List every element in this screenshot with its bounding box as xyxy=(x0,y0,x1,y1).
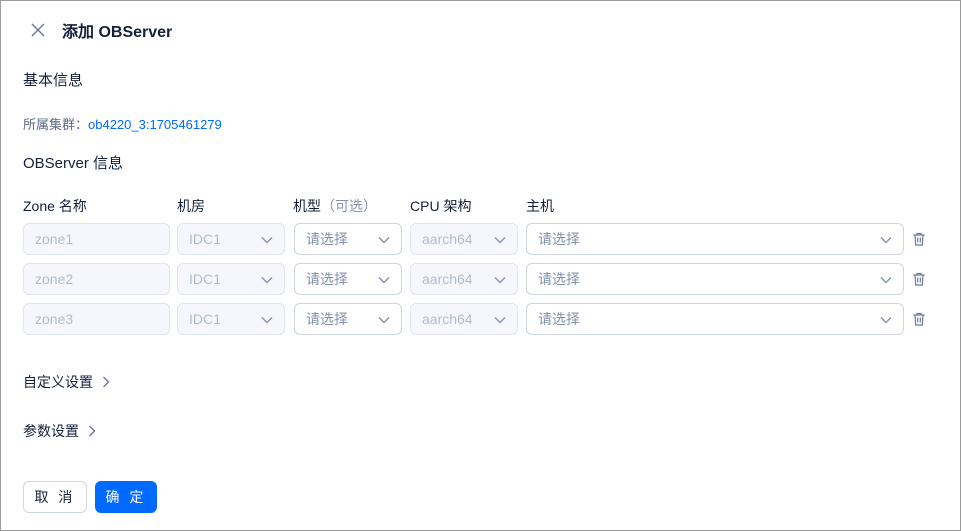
cluster-info: 所属集群：ob4220_3:1705461279 xyxy=(23,114,222,133)
column-header-model-optional: （可选） xyxy=(321,198,377,214)
custom-settings-toggle[interactable]: 自定义设置 xyxy=(23,372,111,392)
param-settings-toggle[interactable]: 参数设置 xyxy=(23,421,97,441)
chevron-down-icon xyxy=(378,317,390,324)
zone-name-input[interactable]: zone1 xyxy=(23,223,170,255)
column-header-model-label: 机型 xyxy=(293,198,321,214)
host-placeholder: 请选择 xyxy=(538,311,580,327)
chevron-down-icon xyxy=(494,277,506,284)
chevron-right-icon xyxy=(103,376,110,388)
column-header-host: 主机 xyxy=(526,198,554,214)
host-placeholder: 请选择 xyxy=(538,231,580,247)
zone-name-input[interactable]: zone2 xyxy=(23,263,170,295)
zone-row: zone3 IDC1 请选择 aarch64 请选择 xyxy=(23,303,933,335)
cpu-arch-select[interactable]: aarch64 xyxy=(410,303,518,335)
cpu-arch-value: aarch64 xyxy=(422,311,473,327)
cancel-button[interactable]: 取 消 xyxy=(23,481,87,513)
chevron-right-icon xyxy=(89,425,96,437)
chevron-down-icon xyxy=(261,317,273,324)
model-select[interactable]: 请选择 xyxy=(294,263,402,295)
zone-name-value: zone2 xyxy=(35,271,74,287)
host-select[interactable]: 请选择 xyxy=(526,223,904,255)
cluster-value: ob4220_3:1705461279 xyxy=(88,117,222,132)
delete-icon[interactable] xyxy=(911,271,927,287)
column-header-arch: CPU 架构 xyxy=(410,198,472,214)
host-placeholder: 请选择 xyxy=(538,271,580,287)
delete-icon[interactable] xyxy=(911,311,927,327)
drawer-header: 添加 OBServer xyxy=(23,17,172,43)
column-header-zone: Zone 名称 xyxy=(23,198,87,214)
model-placeholder: 请选择 xyxy=(306,271,348,287)
chevron-down-icon xyxy=(494,317,506,324)
chevron-down-icon xyxy=(880,237,892,244)
model-select[interactable]: 请选择 xyxy=(294,303,402,335)
cpu-arch-select[interactable]: aarch64 xyxy=(410,263,518,295)
column-header-model: 机型（可选） xyxy=(293,196,377,216)
add-observer-drawer: 添加 OBServer 基本信息 所属集群：ob4220_3:170546127… xyxy=(0,0,961,531)
chevron-down-icon xyxy=(494,237,506,244)
idc-select[interactable]: IDC1 xyxy=(177,263,285,295)
chevron-down-icon xyxy=(261,277,273,284)
zone-row: zone1 IDC1 请选择 aarch64 请选择 xyxy=(23,223,933,255)
host-select[interactable]: 请选择 xyxy=(526,303,904,335)
idc-value: IDC1 xyxy=(189,271,221,287)
zone-name-input[interactable]: zone3 xyxy=(23,303,170,335)
zone-name-value: zone1 xyxy=(35,231,74,247)
chevron-down-icon xyxy=(261,237,273,244)
idc-value: IDC1 xyxy=(189,231,221,247)
idc-select[interactable]: IDC1 xyxy=(177,303,285,335)
model-select[interactable]: 请选择 xyxy=(294,223,402,255)
delete-icon[interactable] xyxy=(911,231,927,247)
close-icon[interactable] xyxy=(25,17,51,43)
cpu-arch-select[interactable]: aarch64 xyxy=(410,223,518,255)
custom-settings-label: 自定义设置 xyxy=(23,374,93,390)
cpu-arch-value: aarch64 xyxy=(422,231,473,247)
param-settings-label: 参数设置 xyxy=(23,423,79,439)
zone-row: zone2 IDC1 请选择 aarch64 请选择 xyxy=(23,263,933,295)
chevron-down-icon xyxy=(378,237,390,244)
cluster-label: 所属集群： xyxy=(23,117,89,132)
confirm-button[interactable]: 确 定 xyxy=(95,481,157,513)
model-placeholder: 请选择 xyxy=(306,311,348,327)
idc-select[interactable]: IDC1 xyxy=(177,223,285,255)
drawer-title: 添加 OBServer xyxy=(62,24,173,41)
idc-value: IDC1 xyxy=(189,311,221,327)
zone-name-value: zone3 xyxy=(35,311,74,327)
chevron-down-icon xyxy=(880,277,892,284)
observer-info-title: OBServer 信息 xyxy=(23,155,124,172)
host-select[interactable]: 请选择 xyxy=(526,263,904,295)
cpu-arch-value: aarch64 xyxy=(422,271,473,287)
chevron-down-icon xyxy=(880,317,892,324)
column-header-idc: 机房 xyxy=(177,198,205,214)
chevron-down-icon xyxy=(378,277,390,284)
basic-info-title: 基本信息 xyxy=(23,72,84,89)
model-placeholder: 请选择 xyxy=(306,231,348,247)
